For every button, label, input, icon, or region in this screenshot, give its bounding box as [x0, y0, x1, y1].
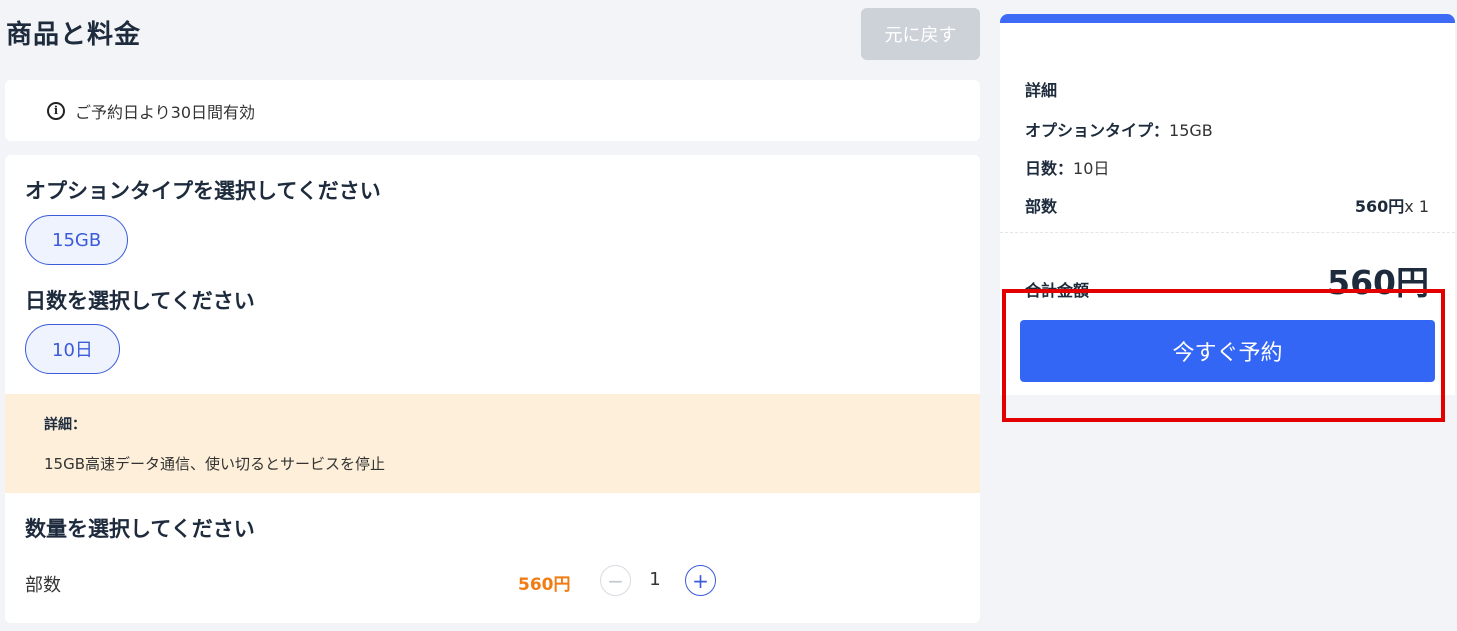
quantity-label: 部数	[25, 575, 61, 596]
details-label: 詳細：	[44, 417, 86, 433]
total-label: 合計金額	[1025, 281, 1090, 300]
page-title: 商品と料金	[6, 20, 142, 50]
back-button[interactable]: 元に戻す	[861, 8, 980, 60]
option-type-pill[interactable]: 15GB	[25, 215, 129, 265]
summary-days-value: 10日	[1073, 159, 1110, 178]
details-box: 詳細： 15GB高速データ通信、使い切るとサービスを停止	[5, 394, 980, 493]
summary-count-value: 560円x 1	[1355, 193, 1429, 217]
validity-text: ご予約日より30日間有効	[75, 102, 256, 122]
options-panel: オプションタイプを選択してください 15GB 日数を選択してください 10日 詳…	[5, 155, 980, 623]
summary-count-label: 部数	[1025, 197, 1058, 216]
days-heading: 日数を選択してください	[25, 289, 255, 313]
book-now-button[interactable]: 今すぐ予約	[1020, 320, 1435, 382]
summary-count-multiplier: x 1	[1404, 197, 1429, 216]
unit-price: 560円	[518, 575, 571, 595]
summary-title: 詳細	[1025, 81, 1058, 100]
details-text: 15GB高速データ通信、使い切るとサービスを停止	[44, 455, 386, 473]
quantity-value: 1	[649, 569, 661, 590]
summary-option-value: 15GB	[1169, 121, 1213, 140]
summary-option-label: オプションタイプ：	[1025, 121, 1170, 140]
summary-option-row: オプションタイプ：15GB	[1025, 117, 1213, 141]
increase-quantity-button[interactable]: +	[685, 565, 716, 596]
decrease-quantity-button[interactable]: −	[600, 565, 631, 596]
info-icon: i	[47, 101, 65, 120]
summary-days-row: 日数：10日	[1025, 155, 1109, 179]
summary-divider	[1000, 232, 1455, 233]
option-type-heading: オプションタイプを選択してください	[25, 179, 381, 203]
quantity-heading: 数量を選択してください	[25, 517, 255, 541]
summary-days-label: 日数：	[1025, 159, 1074, 178]
card-footer	[1000, 395, 1455, 404]
validity-notice: i ご予約日より30日間有効	[5, 80, 980, 141]
days-pill[interactable]: 10日	[25, 324, 120, 374]
total-value: 560円	[1327, 263, 1429, 302]
summary-count-price: 560円	[1354, 197, 1405, 216]
